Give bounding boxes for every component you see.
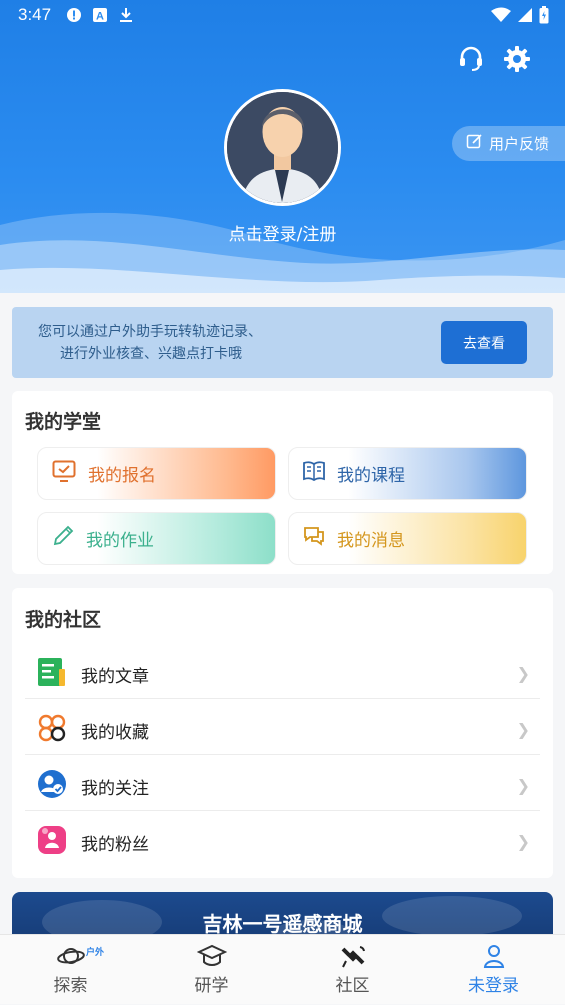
my-messages-button[interactable]: 我的消息	[288, 512, 527, 565]
my-courses-button[interactable]: 我的课程	[288, 447, 527, 500]
user-check-icon	[37, 769, 67, 804]
info-banner: 您可以通过户外助手玩转轨迹记录、 进行外业核查、兴趣点打卡哦 去查看	[12, 307, 553, 378]
font-a-icon: A	[92, 7, 108, 23]
nav-community-label: 社区	[335, 976, 370, 996]
signal-icon	[517, 7, 533, 27]
info-line-2: 进行外业核查、兴趣点打卡哦	[60, 346, 242, 362]
nav-profile-label: 未登录	[468, 976, 519, 996]
nav-study[interactable]: 研学	[141, 935, 282, 1005]
status-time: 3:47	[18, 5, 52, 24]
alert-icon	[66, 7, 82, 23]
my-homework-button[interactable]: 我的作业	[37, 512, 276, 565]
divider	[25, 754, 540, 755]
nav-explore[interactable]: 户外 探索	[0, 935, 141, 1005]
outdoor-tag: 户外	[86, 948, 105, 958]
my-homework-label: 我的作业	[86, 531, 154, 551]
nav-explore-label: 探索	[53, 976, 88, 996]
my-fans-label: 我的粉丝	[81, 834, 149, 855]
list-item-my-articles[interactable]: 我的文章 ❯	[25, 646, 540, 702]
list-item-my-fans[interactable]: 我的粉丝 ❯	[25, 814, 540, 870]
nav-profile-not-logged-in[interactable]: 未登录	[423, 935, 564, 1005]
my-courses-label: 我的课程	[337, 466, 405, 486]
download-icon	[118, 7, 134, 23]
user-feedback-button[interactable]: 用户反馈	[452, 126, 565, 161]
login-register-link[interactable]: 点击登录/注册	[0, 220, 565, 245]
status-bar: 3:47 A	[0, 0, 565, 32]
decorative-waves	[0, 212, 565, 293]
study-title: 我的学堂	[25, 411, 102, 433]
default-avatar-icon	[227, 92, 338, 203]
info-line-1: 您可以通过户外助手玩转轨迹记录、	[38, 324, 262, 340]
profile-header: 3:47 A 用户反馈 点击登录/注册	[0, 0, 565, 293]
list-item-my-following[interactable]: 我的关注 ❯	[25, 758, 540, 814]
go-view-button[interactable]: 去查看	[441, 321, 527, 364]
svg-text:A: A	[96, 11, 104, 23]
settings-gear-icon[interactable]	[503, 45, 531, 73]
chevron-right-icon: ❯	[516, 776, 530, 795]
info-text: 您可以通过户外助手玩转轨迹记录、 进行外业核查、兴趣点打卡哦	[38, 321, 262, 365]
wifi-icon	[491, 7, 511, 27]
study-card: 我的学堂 我的报名 我的课程 我的作业 我的消息	[12, 391, 553, 574]
graduation-cap-icon	[196, 943, 228, 969]
promo-title: 吉林一号遥感商城	[202, 912, 363, 936]
book-icon	[303, 461, 325, 486]
user-icon	[479, 943, 509, 969]
chevron-right-icon: ❯	[516, 664, 530, 683]
fans-icon	[37, 825, 67, 860]
my-favorites-label: 我的收藏	[81, 722, 149, 743]
customer-service-icon[interactable]	[457, 45, 485, 73]
chat-bubbles-icon	[303, 525, 325, 552]
my-enrollment-label: 我的报名	[88, 466, 156, 486]
edit-icon	[466, 133, 483, 154]
monitor-check-icon	[52, 460, 76, 487]
my-enrollment-button[interactable]: 我的报名	[37, 447, 276, 500]
avatar[interactable]	[224, 89, 341, 206]
feedback-label: 用户反馈	[489, 135, 550, 153]
document-icon	[37, 657, 67, 692]
chevron-right-icon: ❯	[516, 720, 530, 739]
battery-icon	[539, 6, 549, 28]
chevron-right-icon: ❯	[516, 832, 530, 851]
nav-study-label: 研学	[194, 976, 229, 996]
divider	[25, 810, 540, 811]
divider	[25, 698, 540, 699]
community-card: 我的社区 我的文章 ❯ 我的收藏 ❯ 我的关注 ❯ 我的粉丝 ❯	[12, 588, 553, 878]
list-item-my-favorites[interactable]: 我的收藏 ❯	[25, 702, 540, 758]
explore-planet-icon	[56, 943, 86, 969]
community-title: 我的社区	[25, 609, 102, 631]
favorites-flower-icon	[37, 713, 67, 748]
satellite-icon	[338, 943, 368, 969]
bottom-navigation: 户外 探索 研学 社区 未登录	[0, 934, 565, 1004]
my-articles-label: 我的文章	[81, 666, 149, 687]
my-following-label: 我的关注	[81, 778, 149, 799]
nav-community[interactable]: 社区	[282, 935, 423, 1005]
my-messages-label: 我的消息	[337, 531, 405, 551]
pencil-icon	[52, 525, 74, 552]
